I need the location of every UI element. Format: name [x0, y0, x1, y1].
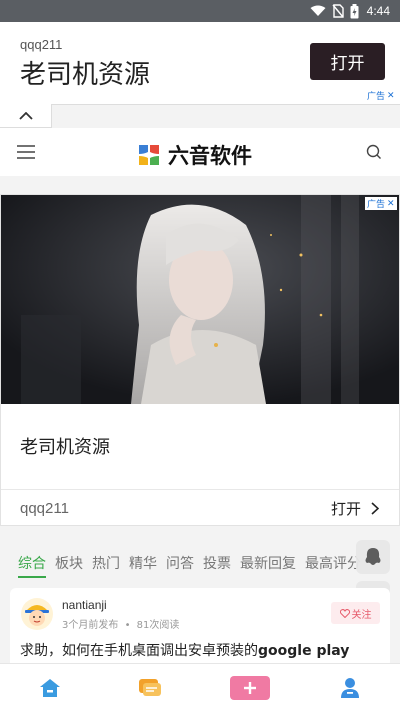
app-logo-icon [139, 145, 159, 165]
post-item[interactable]: nantianji 3个月前发布 • 81次阅读 关注 求助，如何在手机桌面调出… [10, 588, 390, 668]
search-icon[interactable] [366, 144, 382, 160]
ad-headline: 老司机资源 [20, 60, 151, 90]
bottom-nav [0, 663, 400, 711]
nav-messages[interactable] [138, 676, 162, 700]
heart-icon [339, 608, 350, 618]
ad-image[interactable] [1, 195, 399, 404]
profile-icon [341, 678, 359, 698]
ad-title: 老司机资源 [20, 437, 110, 458]
post-title-text: 求助，如何在手机桌面调出安卓预装的 [20, 643, 258, 659]
ad-close-icon[interactable]: ✕ [387, 199, 395, 209]
wifi-icon [310, 5, 326, 16]
post-time: 3个月前发布 [62, 620, 119, 631]
app-name: 六音软件 [168, 144, 252, 168]
feed-tabs: 综合 板块 热门 精华 问答 投票 最新回复 最高评分 [0, 548, 400, 578]
tab-general[interactable]: 综合 [18, 553, 46, 578]
ad-tag-label: 广告 [367, 200, 386, 210]
ad-tag[interactable]: 广告 ✕ [365, 197, 397, 210]
native-ad-card[interactable]: 广告 ✕ 老司机资源 qqq211 打开 [0, 194, 400, 526]
ad-open-button[interactable]: 打开 [310, 43, 385, 80]
home-icon [40, 679, 60, 697]
menu-icon[interactable] [17, 145, 35, 159]
ad-open-link[interactable]: 打开 [331, 498, 379, 519]
tab-top-rated[interactable]: 最高评分 [305, 553, 361, 573]
nav-home[interactable] [38, 676, 62, 700]
tab-boards[interactable]: 板块 [55, 553, 83, 573]
follow-button[interactable]: 关注 [331, 602, 380, 624]
nav-profile[interactable] [338, 676, 362, 700]
tab-hot[interactable]: 热门 [92, 553, 120, 573]
divider [52, 104, 400, 105]
qq-icon [365, 548, 381, 565]
collapse-ad-button[interactable] [0, 104, 52, 128]
messages-icon [139, 679, 161, 696]
chevron-right-icon [371, 502, 379, 515]
avatar[interactable] [21, 598, 53, 630]
post-title-bold: google play [258, 643, 350, 659]
chevron-up-icon [18, 111, 33, 120]
qq-float-button[interactable] [356, 540, 390, 574]
ad-close-icon[interactable]: ✕ [387, 91, 395, 101]
post-reads: 81次阅读 [136, 620, 180, 631]
ad-tag-label: 广告 [367, 92, 386, 102]
no-sim-icon [332, 4, 344, 18]
ad-tag[interactable]: 广告 ✕ [365, 89, 397, 102]
post-author[interactable]: nantianji [62, 598, 107, 612]
post-meta: 3个月前发布 • 81次阅读 [62, 620, 180, 631]
plus-icon [244, 682, 256, 694]
ad-advertiser: qqq211 [20, 500, 69, 517]
tab-qa[interactable]: 问答 [166, 553, 194, 573]
ad-advertiser: qqq211 [20, 37, 63, 52]
new-post-button[interactable] [230, 676, 270, 700]
tab-featured[interactable]: 精华 [129, 553, 157, 573]
follow-label: 关注 [351, 609, 372, 621]
tab-latest-reply[interactable]: 最新回复 [240, 553, 296, 573]
ad-open-label: 打开 [330, 500, 361, 518]
tab-votes[interactable]: 投票 [203, 553, 231, 573]
app-brand: 六音软件 [138, 140, 252, 170]
top-banner-ad[interactable]: qqq211 老司机资源 打开 广告 ✕ [0, 22, 400, 104]
post-title[interactable]: 求助，如何在手机桌面调出安卓预装的google play [20, 640, 349, 660]
status-bar: 4:44 [0, 0, 400, 22]
status-time: 4:44 [366, 4, 390, 18]
battery-icon [350, 3, 359, 18]
divider [1, 489, 399, 490]
app-header: 六音软件 [0, 128, 400, 176]
